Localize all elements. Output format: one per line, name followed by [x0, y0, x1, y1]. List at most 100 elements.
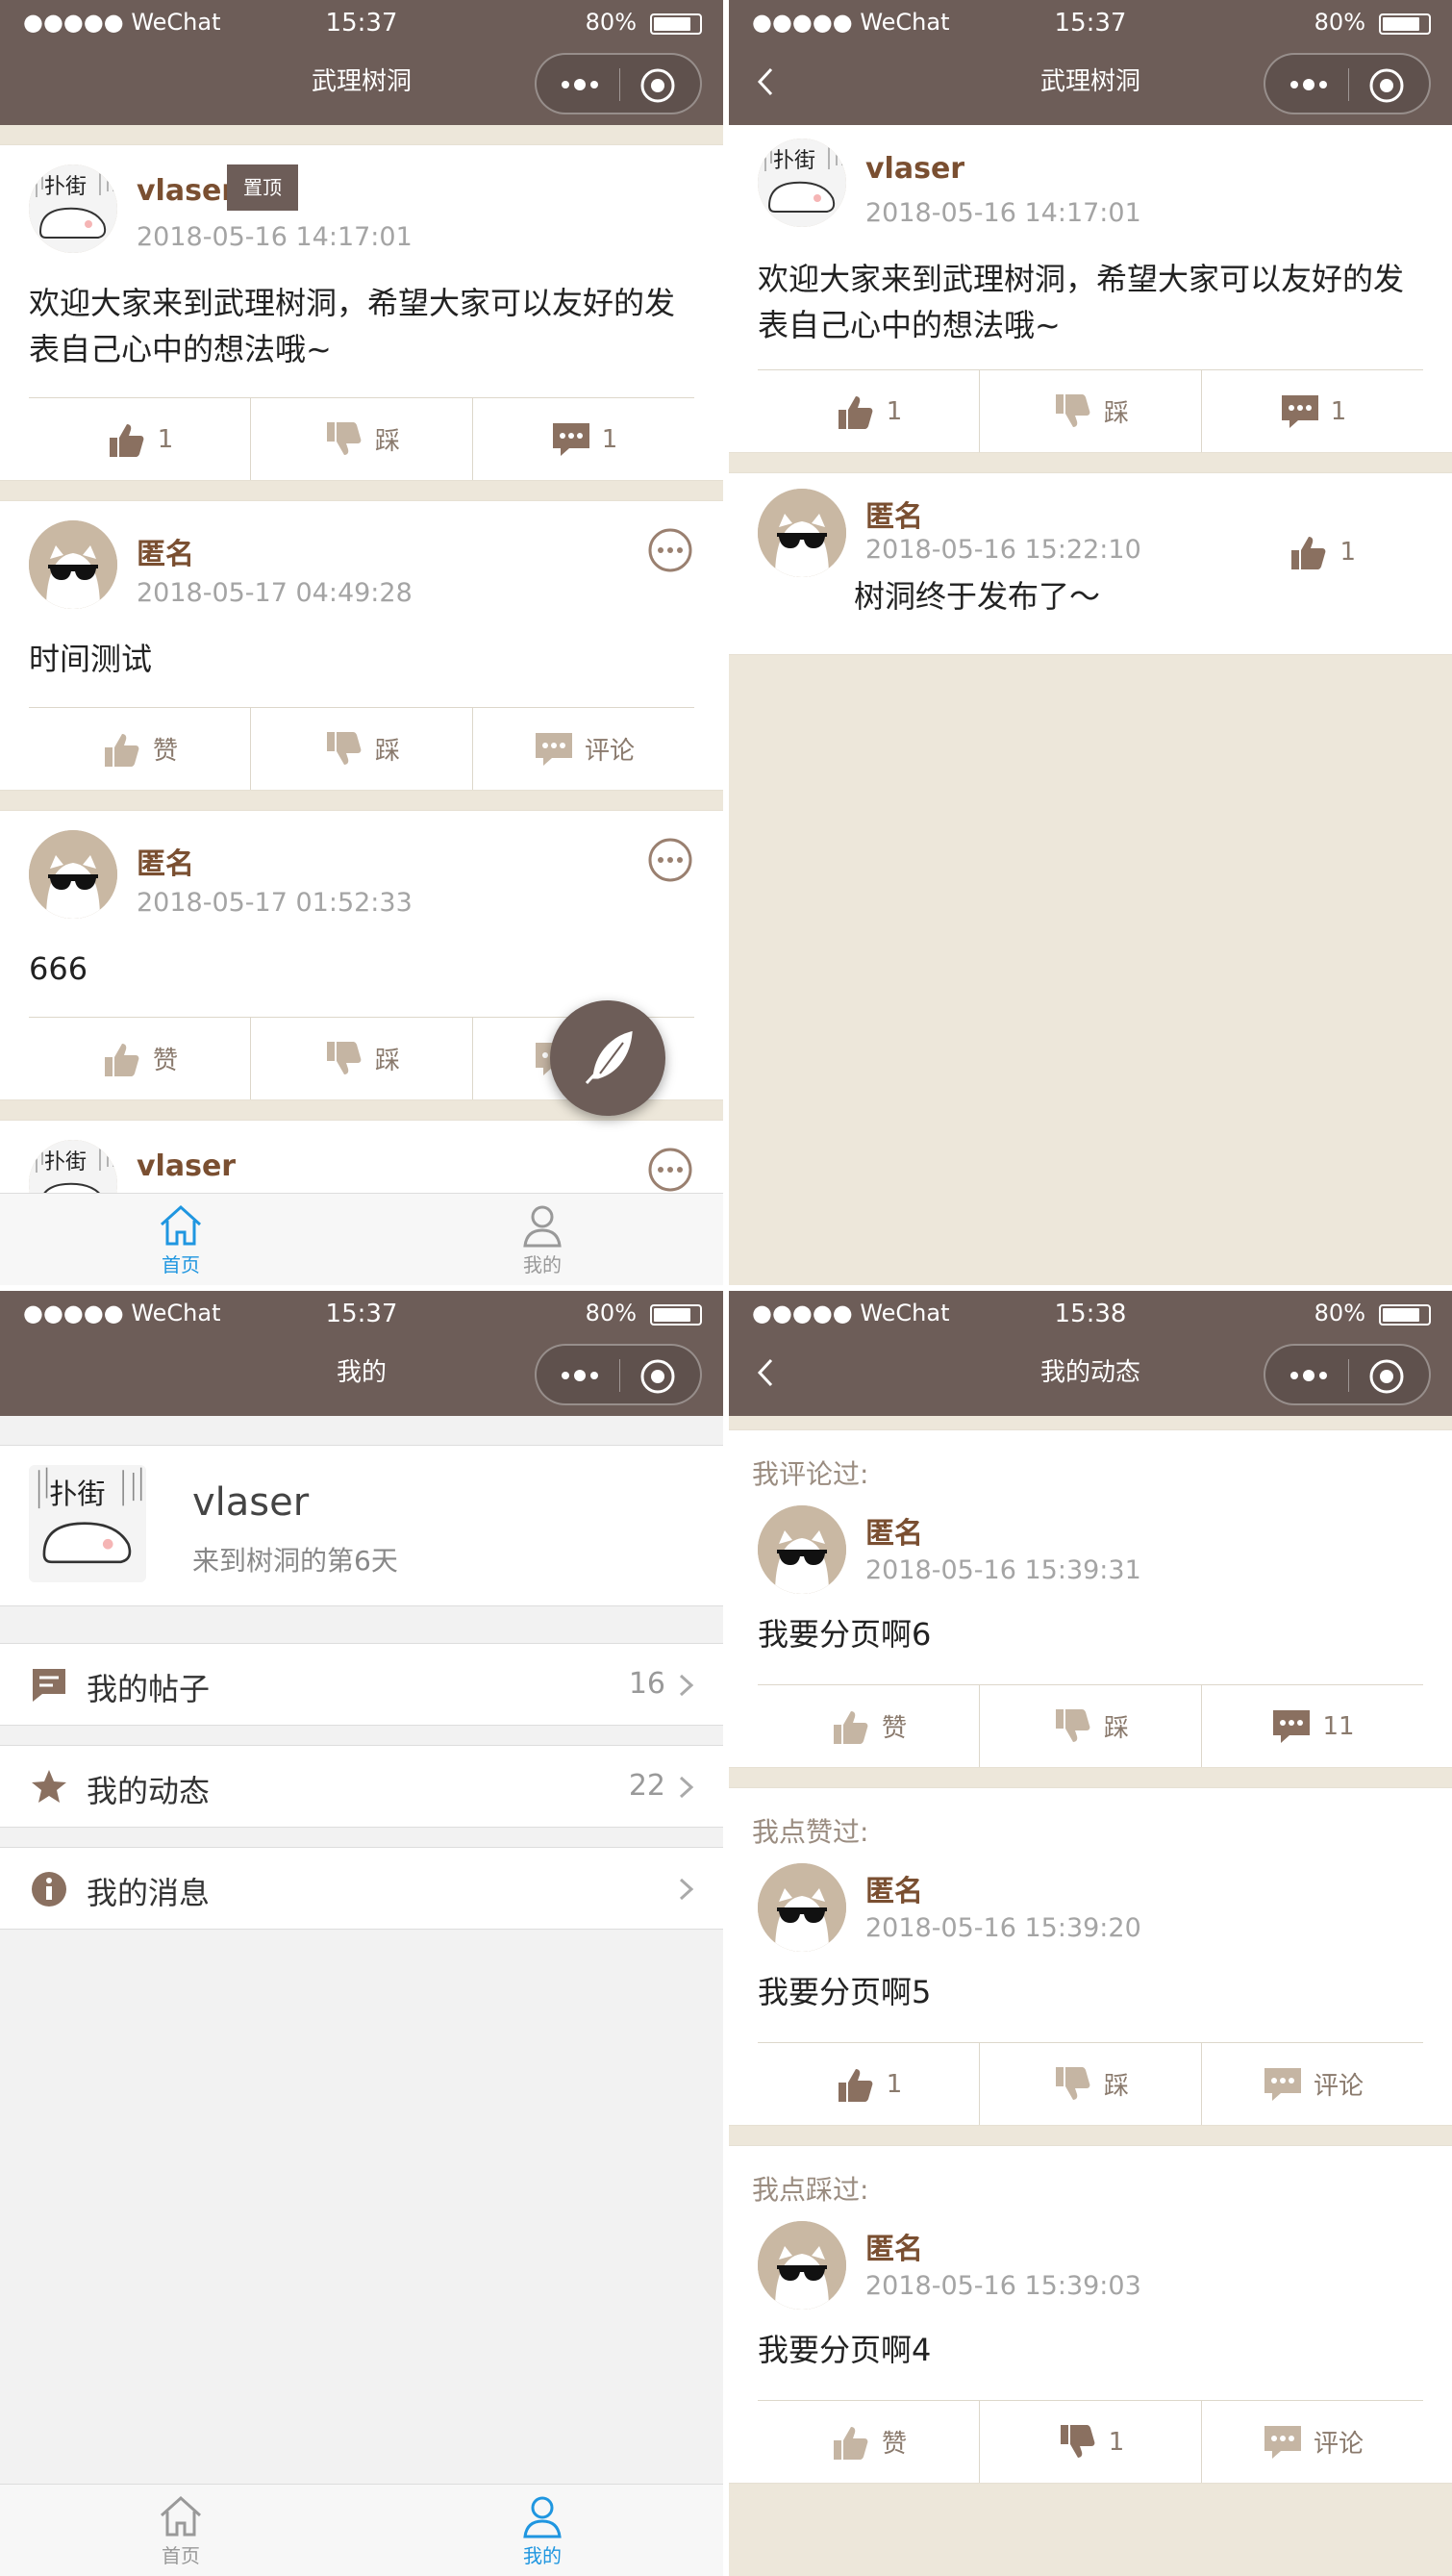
post-text: 666: [29, 950, 88, 987]
like-button[interactable]: 赞: [758, 1685, 979, 1767]
like-button[interactable]: 1: [29, 398, 250, 480]
more-options-icon[interactable]: [646, 1146, 694, 1194]
more-dots-icon[interactable]: [556, 68, 604, 101]
post-author: 匿名: [865, 1875, 923, 1908]
like-button[interactable]: 赞: [29, 708, 250, 790]
post-author: 匿名: [865, 2233, 923, 2266]
tab-home[interactable]: 首页: [123, 2490, 238, 2568]
comment-button[interactable]: 评论: [1201, 2401, 1423, 2483]
avatar: [29, 164, 117, 253]
reply-like-count: 1: [1339, 538, 1356, 567]
more-dots-icon[interactable]: [1285, 68, 1333, 101]
activity-card[interactable]: 我评论过: 匿名 2018-05-16 15:39:31 我要分页啊6 赞 踩 …: [729, 1429, 1452, 1768]
thumb-up-icon: [106, 420, 148, 459]
menu-my-messages[interactable]: 我的消息: [0, 1847, 723, 1930]
more-options-icon[interactable]: [646, 836, 694, 884]
tab-mine[interactable]: 我的: [485, 2490, 600, 2568]
dislike-label: 踩: [374, 737, 400, 766]
post-actions: 赞 踩 评论: [29, 707, 694, 790]
activity-card[interactable]: 我点赞过: 匿名 2018-05-16 15:39:20 我要分页啊5 1 踩 …: [729, 1787, 1452, 2126]
post-card[interactable]: vlaser 置顶 2018-05-16 14:17:01 欢迎大家来到武理树洞…: [0, 144, 723, 481]
avatar: [29, 520, 117, 609]
menu-my-activity[interactable]: 我的动态 22: [0, 1745, 723, 1828]
like-label: 赞: [881, 1714, 907, 1743]
nav-header: ●●●●● WeChat 15:37 80% 武理树洞: [0, 0, 723, 125]
new-post-button[interactable]: [550, 1000, 665, 1116]
capsule-menu[interactable]: [1264, 53, 1431, 114]
section-label: 我点赞过:: [752, 1816, 869, 1848]
profile-days: 来到树洞的第6天: [192, 1545, 398, 1577]
like-label: 赞: [152, 737, 178, 766]
user-icon: [523, 2496, 562, 2538]
thumb-up-icon: [830, 1707, 872, 1746]
tab-home[interactable]: 首页: [123, 1200, 238, 1277]
comment-button[interactable]: 评论: [472, 708, 694, 790]
dislike-button[interactable]: 踩: [979, 2043, 1201, 2125]
like-button[interactable]: 1: [758, 370, 979, 452]
battery-icon: [650, 13, 702, 35]
pinned-badge: 置顶: [227, 164, 298, 211]
more-options-icon[interactable]: [646, 526, 694, 574]
comment-icon: [1279, 392, 1321, 431]
battery-percent: 80%: [1314, 9, 1365, 36]
dislike-button[interactable]: 1: [979, 2401, 1201, 2483]
capsule-menu[interactable]: [1264, 1344, 1431, 1405]
capsule-menu[interactable]: [535, 1344, 702, 1405]
dislike-button[interactable]: 踩: [250, 398, 472, 480]
comment-button[interactable]: 1: [472, 398, 694, 480]
menu-label: 我的消息: [87, 1875, 211, 1911]
post-author: vlaser: [865, 152, 965, 186]
post-author: vlaser: [137, 174, 237, 208]
activity-list[interactable]: 我评论过: 匿名 2018-05-16 15:39:31 我要分页啊6 赞 踩 …: [729, 1416, 1452, 2576]
reply-card[interactable]: 匿名 2018-05-16 15:22:10 树洞终于发布了～ 1: [729, 472, 1452, 655]
like-button[interactable]: 1: [758, 2043, 979, 2125]
close-miniprogram-icon[interactable]: [638, 1357, 677, 1396]
nav-header: ●●●●● WeChat 15:38 80% 我的动态: [729, 1291, 1452, 1416]
like-button[interactable]: 赞: [758, 2401, 979, 2483]
post-time: 2018-05-16 15:39:20: [865, 1913, 1141, 1943]
dislike-button[interactable]: 踩: [979, 370, 1201, 452]
menu-count: 22: [628, 1769, 665, 1803]
thumb-down-icon: [323, 420, 365, 459]
comment-button[interactable]: 11: [1201, 1685, 1423, 1767]
post-card[interactable]: 匿名 2018-05-17 04:49:28 时间测试 赞 踩 评论: [0, 500, 723, 791]
more-dots-icon[interactable]: [556, 1359, 604, 1392]
dislike-button[interactable]: 踩: [250, 708, 472, 790]
comment-button[interactable]: 评论: [1201, 2043, 1423, 2125]
detail-content[interactable]: vlaser 2018-05-16 14:17:01 欢迎大家来到武理树洞，希望…: [729, 125, 1452, 1285]
dislike-button[interactable]: 踩: [250, 1018, 472, 1099]
chevron-right-icon: [679, 1878, 694, 1901]
tab-mine[interactable]: 我的: [485, 1200, 600, 1277]
menu-my-posts[interactable]: 我的帖子 16: [0, 1643, 723, 1726]
thumb-down-icon: [1057, 2423, 1099, 2462]
comment-label: 评论: [584, 737, 635, 766]
section-label: 我评论过:: [752, 1458, 869, 1490]
close-miniprogram-icon[interactable]: [1367, 1357, 1406, 1396]
like-button[interactable]: 赞: [29, 1018, 250, 1099]
section-label: 我点踩过:: [752, 2174, 869, 2206]
post-author: 匿名: [137, 847, 194, 881]
close-miniprogram-icon[interactable]: [1367, 66, 1406, 105]
nav-header: ●●●●● WeChat 15:37 80% 武理树洞: [729, 0, 1452, 125]
profile-card[interactable]: vlaser 来到树洞的第6天: [0, 1445, 723, 1606]
more-dots-icon[interactable]: [1285, 1359, 1333, 1392]
dislike-button[interactable]: 踩: [979, 1685, 1201, 1767]
reply-like-button[interactable]: 1: [1288, 533, 1356, 571]
post-text: 时间测试: [29, 641, 153, 677]
capsule-menu[interactable]: [535, 53, 702, 114]
post-actions: 赞 1 评论: [758, 2400, 1423, 2483]
battery-percent: 80%: [585, 1300, 637, 1326]
comment-icon: [533, 730, 575, 769]
reply-time: 2018-05-16 15:22:10: [865, 535, 1141, 565]
post-actions: 1 踩 1: [758, 369, 1423, 452]
post-time: 2018-05-16 14:17:01: [137, 222, 413, 252]
activity-card[interactable]: 我点踩过: 匿名 2018-05-16 15:39:03 我要分页啊4 赞 1 …: [729, 2145, 1452, 2484]
thumb-up-icon: [830, 2423, 872, 2462]
comment-button[interactable]: 1: [1201, 370, 1423, 452]
post-time: 2018-05-16 14:17:01: [865, 198, 1141, 228]
avatar: [758, 1863, 846, 1952]
battery-percent: 80%: [585, 9, 637, 36]
thumb-down-icon: [323, 1040, 365, 1078]
close-miniprogram-icon[interactable]: [638, 66, 677, 105]
avatar: [758, 1505, 846, 1594]
